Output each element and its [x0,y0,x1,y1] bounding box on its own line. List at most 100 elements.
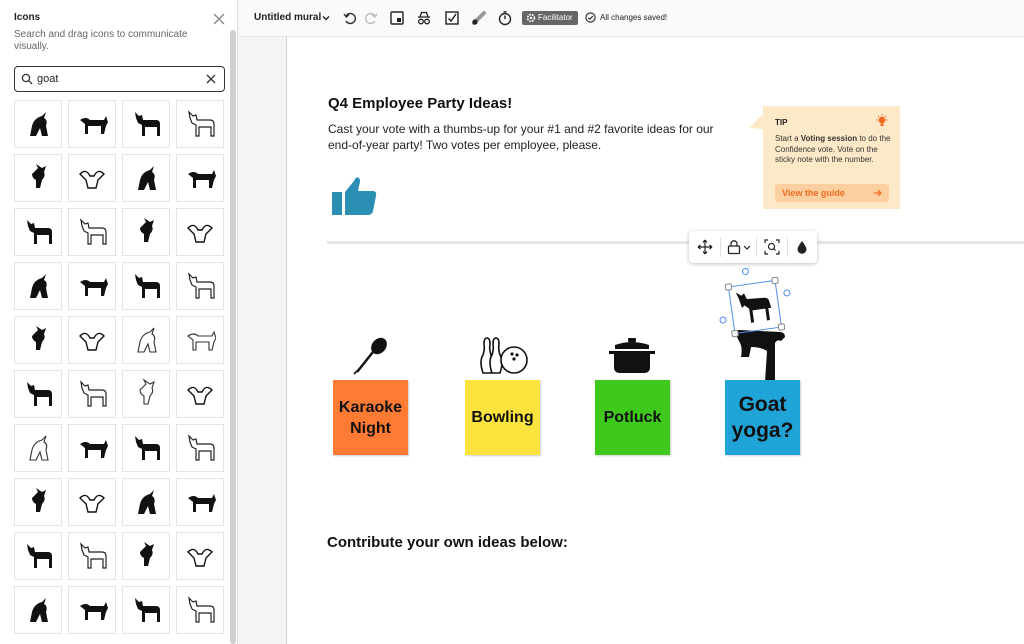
goat-icon[interactable] [122,370,170,418]
goat-icon[interactable] [176,532,224,580]
focus-search-icon[interactable] [764,239,780,255]
goat-icon-graphic [188,272,215,299]
mural-title[interactable]: Untitled mural [254,12,321,23]
facilitator-label: Facilitator [538,13,573,22]
thumbs-up-icon[interactable] [331,175,379,217]
resize-handle[interactable] [731,329,739,338]
tip-card[interactable]: TIP Start a Voting session to do the Con… [763,106,900,209]
goat-icon[interactable] [14,478,62,526]
incognito-icon[interactable] [416,10,432,26]
goat-icon-graphic [27,220,52,244]
undo-icon[interactable] [342,10,358,26]
goat-icon-graphic [138,490,156,514]
goat-icon[interactable] [122,100,170,148]
move-icon[interactable] [697,239,713,255]
goat-icon[interactable] [14,208,62,256]
search-icon [21,73,33,85]
panel-scrollbar[interactable] [230,30,236,644]
resize-handle[interactable] [771,276,779,285]
goat-icon[interactable] [68,370,116,418]
chevron-down-icon[interactable] [321,13,331,23]
selected-goat-icon[interactable] [719,267,791,338]
goat-icon-graphic [187,548,213,567]
microphone-icon[interactable] [351,335,391,375]
facilitator-badge[interactable]: Facilitator [522,11,578,25]
goat-icon[interactable] [14,316,62,364]
board-description[interactable]: Cast your vote with a thumbs-up for your… [328,121,718,153]
resize-handle[interactable] [724,283,733,291]
goat-icon[interactable] [68,262,116,310]
bowling-icon[interactable] [477,335,529,375]
separator [720,237,721,257]
color-drop-icon[interactable] [794,239,810,255]
goat-icon[interactable] [122,154,170,202]
section-divider [327,241,1024,244]
timer-icon[interactable] [497,10,513,26]
sticky-note[interactable]: Goat yoga? [725,380,800,455]
goat-icon[interactable] [14,370,62,418]
goat-icon[interactable] [68,100,116,148]
goat-icon[interactable] [68,424,116,472]
goat-icon[interactable] [176,154,224,202]
board-title[interactable]: Q4 Employee Party Ideas! [328,95,512,112]
search-input[interactable] [37,71,197,87]
sticky-note[interactable]: Karaoke Night [333,380,408,455]
clear-search-icon[interactable] [205,73,217,85]
goat-icon[interactable] [176,370,224,418]
goat-icon[interactable] [122,478,170,526]
goat-icon[interactable] [176,208,224,256]
mural-canvas[interactable]: Q4 Employee Party Ideas! Cast your vote … [286,37,1024,644]
goat-icon-graphic [188,434,215,461]
goat-icon[interactable] [68,154,116,202]
goat-icon[interactable] [14,586,62,634]
goat-icon-graphic [187,224,213,243]
view-guide-button[interactable]: View the guide [775,184,889,202]
voting-icon[interactable] [444,10,460,26]
goat-icon[interactable] [122,424,170,472]
goat-icon-graphic [80,380,107,407]
arrow-right-icon [874,189,882,197]
goat-icon[interactable] [176,316,224,364]
chevron-down-icon[interactable] [743,239,751,255]
goat-icon[interactable] [122,532,170,580]
contribute-heading[interactable]: Contribute your own ideas below: [327,534,568,551]
goat-icon-graphic [139,378,155,405]
goat-icon-graphic [188,494,216,512]
search-box[interactable] [14,66,225,92]
goat-icon[interactable] [122,316,170,364]
rotate-handle[interactable] [719,316,727,325]
lightbulb-icon [876,114,888,126]
sticky-note[interactable]: Bowling [465,380,540,455]
goat-icon[interactable] [14,154,62,202]
redo-icon[interactable] [363,10,379,26]
goat-icon[interactable] [122,586,170,634]
goat-icon[interactable] [14,262,62,310]
goat-icon[interactable] [176,586,224,634]
goat-icon[interactable] [176,262,224,310]
goat-icon[interactable] [68,586,116,634]
goat-icon[interactable] [176,478,224,526]
sticky-note-icon[interactable] [389,10,405,26]
goat-icon[interactable] [68,478,116,526]
rotate-handle[interactable] [741,267,750,276]
rotate-handle[interactable] [782,288,791,297]
sticky-note[interactable]: Potluck [595,380,670,455]
close-icon[interactable] [210,10,228,28]
goat-icon[interactable] [14,532,62,580]
goat-icon[interactable] [14,100,62,148]
goat-icon[interactable] [68,316,116,364]
cooking-pot-icon[interactable] [609,337,655,375]
goat-icon-graphic [80,116,108,134]
goat-icon[interactable] [176,100,224,148]
goat-icon[interactable] [122,208,170,256]
goat-icon[interactable] [68,208,116,256]
lock-icon[interactable] [726,239,742,255]
goat-icon[interactable] [176,424,224,472]
resize-handle[interactable] [777,323,786,331]
goat-icon[interactable] [14,424,62,472]
goat-icon[interactable] [68,532,116,580]
goat-icon-graphic [80,542,107,569]
scrollbar-thumb[interactable] [230,30,236,644]
laser-pointer-icon[interactable] [471,10,487,26]
goat-icon[interactable] [122,262,170,310]
